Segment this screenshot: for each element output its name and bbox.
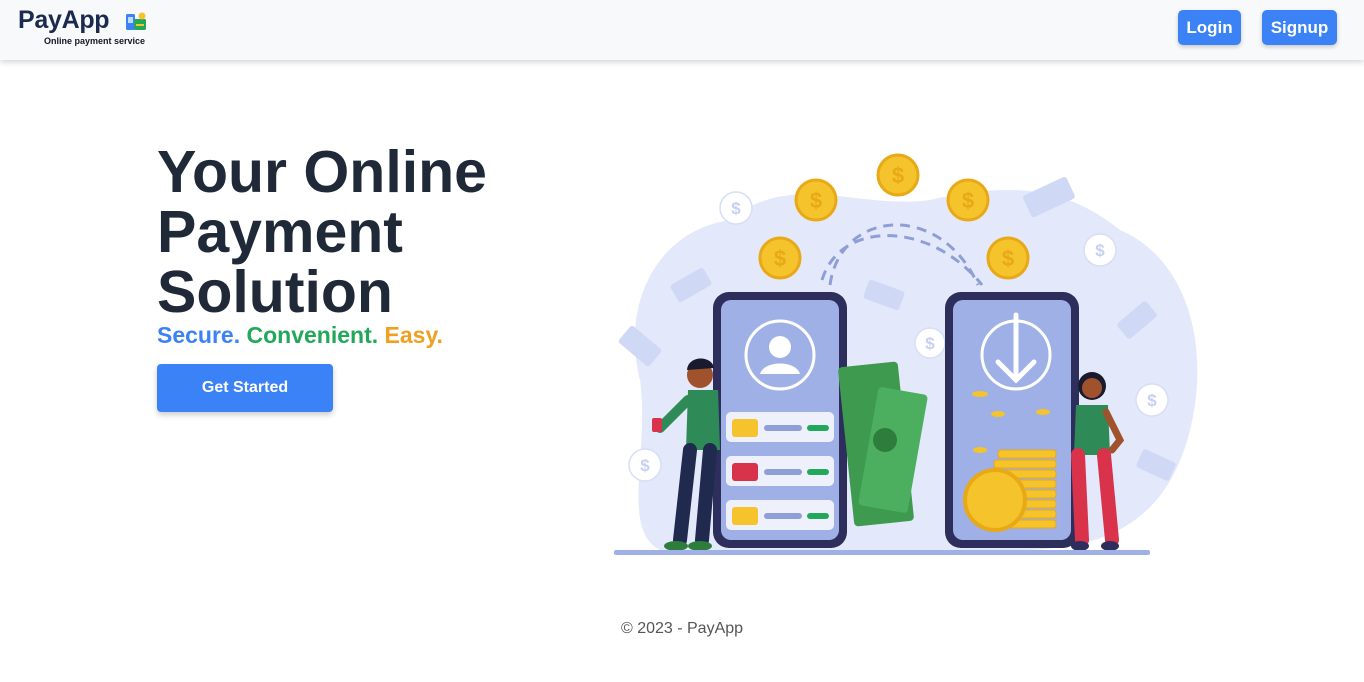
signup-button[interactable]: Signup xyxy=(1262,10,1337,45)
get-started-button[interactable]: Get Started xyxy=(157,364,333,412)
svg-text:$: $ xyxy=(925,334,935,353)
svg-text:$: $ xyxy=(1002,246,1014,271)
mobile-payment-illustration: $ $ $ $ $ $ $ $ $ $ xyxy=(614,153,1198,555)
footer-copyright: © 2023 - PayApp xyxy=(620,620,744,637)
svg-text:$: $ xyxy=(640,456,650,475)
brand-logo-link[interactable]: PayApp Online payment service xyxy=(18,6,158,50)
brand-name: PayApp xyxy=(18,6,110,34)
svg-text:$: $ xyxy=(774,246,786,271)
hero-tagline: Secure. Convenient. Easy. xyxy=(157,322,443,349)
svg-text:$: $ xyxy=(1147,391,1157,410)
svg-text:$: $ xyxy=(892,163,904,188)
navbar: PayApp Online payment service Login Sign… xyxy=(0,0,1364,60)
wallet-logo-icon xyxy=(126,12,146,30)
hero-title: Your Online Payment Solution xyxy=(157,139,487,325)
tagline-secure: Secure. xyxy=(157,322,241,348)
svg-text:$: $ xyxy=(810,188,822,213)
svg-text:$: $ xyxy=(962,188,974,213)
tagline-convenient: Convenient. xyxy=(246,322,379,348)
login-button[interactable]: Login xyxy=(1178,10,1241,45)
brand-subtitle: Online payment service xyxy=(44,36,146,46)
svg-text:$: $ xyxy=(731,199,741,218)
tagline-easy: Easy. xyxy=(384,322,443,348)
svg-text:$: $ xyxy=(1095,241,1105,260)
